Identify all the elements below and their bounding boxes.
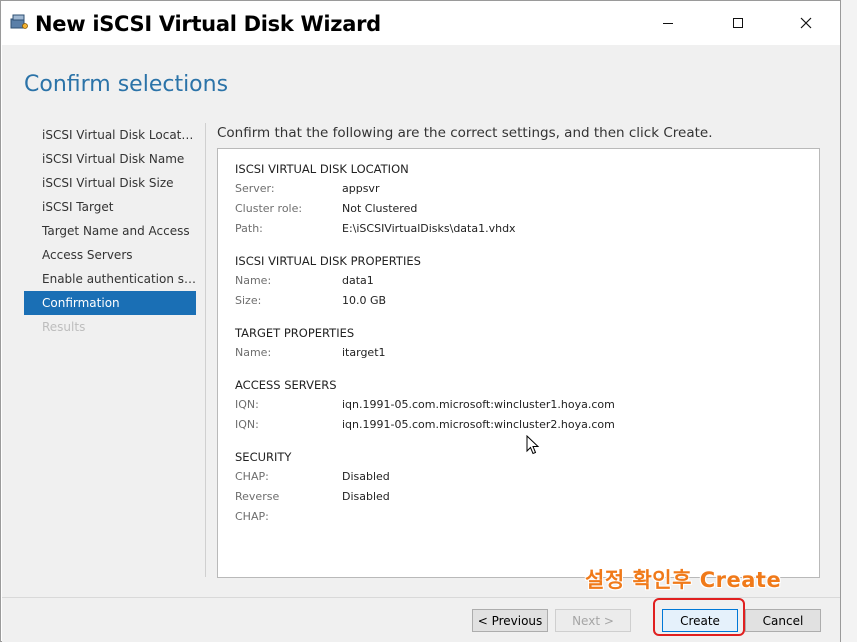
- row-value: data1: [342, 274, 374, 287]
- summary-row: Name: data1: [235, 271, 421, 291]
- row-key: Path:: [235, 222, 263, 235]
- nav-item-access-servers[interactable]: Access Servers: [24, 243, 196, 267]
- window-title: New iSCSI Virtual Disk Wizard: [35, 12, 381, 36]
- section-disk-properties: ISCSI VIRTUAL DISK PROPERTIES Name: data1…: [235, 251, 421, 311]
- row-key: Server:: [235, 182, 275, 195]
- title-bar: New iSCSI Virtual Disk Wizard: [1, 1, 840, 45]
- settings-summary-panel: ISCSI VIRTUAL DISK LOCATION Server: appsv…: [217, 148, 820, 578]
- section-title: ISCSI VIRTUAL DISK PROPERTIES: [235, 254, 421, 268]
- summary-row: Server: appsvr: [235, 179, 409, 199]
- row-key: Size:: [235, 294, 262, 307]
- row-key: Cluster role:: [235, 202, 303, 215]
- summary-row: Cluster role: Not Clustered: [235, 199, 417, 219]
- section-access-servers: ACCESS SERVERS IQN: iqn.1991-05.com.micro…: [235, 375, 615, 435]
- section-title: ACCESS SERVERS: [235, 378, 337, 392]
- wizard-window: New iSCSI Virtual Disk Wizard Confirm se…: [0, 0, 841, 642]
- row-key: CHAP:: [235, 470, 269, 483]
- row-value: E:\iSCSIVirtualDisks\data1.vhdx: [342, 222, 516, 235]
- row-key: IQN:: [235, 418, 259, 431]
- summary-row: Name: itarget1: [235, 343, 386, 363]
- nav-item-iscsi-target[interactable]: iSCSI Target: [24, 195, 196, 219]
- summary-row: Reverse CHAP: Disabled: [235, 487, 390, 523]
- minimize-icon: [663, 22, 673, 24]
- summary-row: IQN: iqn.1991-05.com.microsoft:wincluster…: [235, 415, 615, 435]
- row-value: iqn.1991-05.com.microsoft:wincluster2.ho…: [342, 418, 615, 431]
- section-security: SECURITY CHAP: Disabled Reverse CHAP: Disa…: [235, 447, 390, 523]
- row-value: Disabled: [342, 470, 390, 483]
- summary-row: CHAP: Disabled: [235, 467, 390, 487]
- close-icon: [800, 17, 812, 29]
- row-key: Reverse CHAP:: [235, 490, 280, 523]
- nav-item-disk-size[interactable]: iSCSI Virtual Disk Size: [24, 171, 196, 195]
- section-disk-location: ISCSI VIRTUAL DISK LOCATION Server: appsv…: [235, 159, 516, 239]
- nav-item-confirmation[interactable]: Confirmation: [24, 291, 196, 315]
- summary-row: Size: 10.0 GB: [235, 291, 421, 311]
- nav-item-authentication[interactable]: Enable authentication ser...: [24, 267, 196, 291]
- confirm-instruction: Confirm that the following are the corre…: [217, 125, 713, 141]
- row-key: IQN:: [235, 398, 259, 411]
- next-button: Next >: [555, 609, 631, 632]
- annotation-label: 설정 확인후 Create: [585, 568, 782, 592]
- summary-row: Path: E:\iSCSIVirtualDisks\data1.vhdx: [235, 219, 516, 239]
- cancel-button[interactable]: Cancel: [745, 609, 821, 632]
- row-key: Name:: [235, 346, 272, 359]
- mouse-cursor-icon: [526, 435, 540, 455]
- page-title: Confirm selections: [24, 72, 229, 97]
- nav-item-disk-location[interactable]: iSCSI Virtual Disk Location: [24, 123, 196, 147]
- nav-divider: [205, 123, 206, 577]
- nav-item-target-name-access[interactable]: Target Name and Access: [24, 219, 196, 243]
- close-button[interactable]: [783, 1, 829, 45]
- wizard-step-nav: iSCSI Virtual Disk Location iSCSI Virtua…: [24, 123, 196, 339]
- nav-item-results: Results: [42, 320, 86, 334]
- section-title: SECURITY: [235, 450, 292, 464]
- previous-button[interactable]: < Previous: [472, 609, 548, 632]
- wizard-content: Confirm selections iSCSI Virtual Disk Lo…: [2, 45, 840, 597]
- row-key: Name:: [235, 274, 272, 287]
- section-title: TARGET PROPERTIES: [235, 326, 355, 340]
- maximize-icon: [733, 18, 743, 28]
- minimize-button[interactable]: [645, 1, 691, 45]
- row-value: 10.0 GB: [342, 294, 387, 307]
- row-value: appsvr: [342, 182, 380, 195]
- maximize-button[interactable]: [715, 1, 761, 45]
- summary-row: IQN: iqn.1991-05.com.microsoft:wincluster…: [235, 395, 615, 415]
- background-window-edge: [840, 0, 857, 642]
- row-value: Disabled: [342, 490, 390, 503]
- row-value: iqn.1991-05.com.microsoft:wincluster1.ho…: [342, 398, 615, 411]
- row-value: itarget1: [342, 346, 386, 359]
- nav-item-disk-name[interactable]: iSCSI Virtual Disk Name: [24, 147, 196, 171]
- section-title: ISCSI VIRTUAL DISK LOCATION: [235, 162, 409, 176]
- create-highlight-box: [653, 598, 745, 636]
- iscsi-disk-icon: [10, 14, 28, 29]
- row-value: Not Clustered: [342, 202, 418, 215]
- section-target-properties: TARGET PROPERTIES Name: itarget1: [235, 323, 386, 363]
